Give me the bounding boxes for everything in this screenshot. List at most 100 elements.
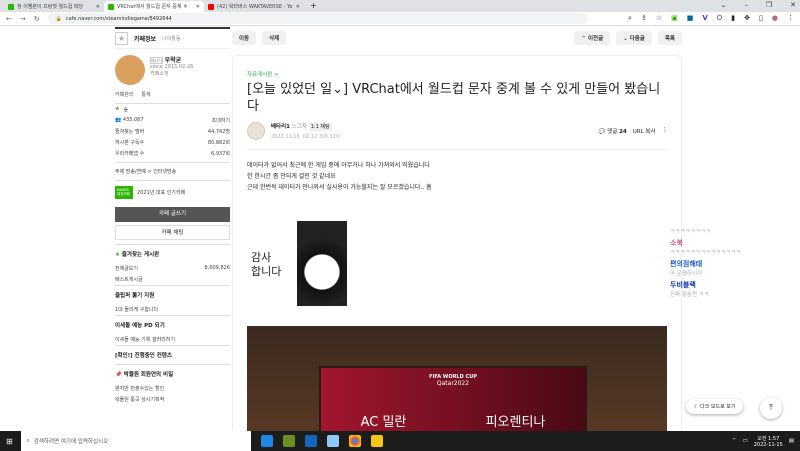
menu-section-title[interactable]: [확인!] 진행중인 컨텐츠 <box>115 345 230 364</box>
comment-button[interactable]: 💬 댓글 24 <box>599 127 627 135</box>
body-line: 근데 한번씩 데이터가 안나와서 실사용이 가능할지는 잘 모르겠습니다.. 흠 <box>247 184 432 191</box>
comments-label: 댓글 <box>607 129 618 135</box>
prev-post-button[interactable]: ⌃ 이전글 <box>574 31 611 45</box>
list-button[interactable]: 목록 <box>657 31 682 45</box>
extension-icon[interactable]: ▣ <box>671 14 678 23</box>
stat-value: 80,882회 <box>207 140 230 146</box>
tab-title: (42) 왁타버스 WAKTAVERSE - Yo <box>217 4 293 10</box>
manager-name[interactable]: 우왁굳 <box>165 57 182 64</box>
pin-icon: 📌 <box>115 372 122 378</box>
vscode-icon[interactable] <box>304 435 317 447</box>
app-icon[interactable] <box>326 435 339 447</box>
url-copy-button[interactable]: URL 복사 <box>633 127 656 135</box>
tab-cafe-info[interactable]: 카페정보 <box>134 34 156 43</box>
taskbar-search[interactable]: ⌕ 검색하려면 여기에 입력하십시오 <box>20 431 251 451</box>
puzzle-icon[interactable]: ✥ <box>744 14 750 23</box>
share-icon[interactable]: ⇪ <box>641 14 647 23</box>
tab-title: VRChat에서 월드컵 문자 중계 ㅎ <box>117 4 188 10</box>
more-icon[interactable]: ⋮ <box>662 127 668 135</box>
edge-icon[interactable] <box>260 435 273 447</box>
scroll-top-button[interactable]: ⤒ <box>760 397 782 419</box>
star-icon[interactable]: ★ <box>115 32 128 45</box>
menu-icon[interactable]: ⋮ <box>787 14 794 23</box>
browser-tab-active[interactable]: VRChat에서 월드컵 문자 중계 ㅎ ✕ <box>104 1 204 12</box>
chat-username: 소북 <box>670 239 683 247</box>
stat-label: 즐겨찾는 멤버 <box>115 129 145 135</box>
restore-icon[interactable]: ❐ <box>766 1 772 9</box>
manager-badge: 매니저 <box>150 57 164 64</box>
new-tab-button[interactable]: + <box>304 1 323 12</box>
notification-icon[interactable]: ▤ <box>789 438 794 444</box>
menu-section-title: 박물원 회원연의 비밀 <box>123 372 174 378</box>
extension-icon[interactable]: ▮ <box>731 14 735 23</box>
network-icon[interactable]: ▭ <box>743 438 748 444</box>
stats-link[interactable]: 통계 <box>141 91 150 98</box>
move-button[interactable]: 이동 <box>232 31 257 45</box>
cafe-topic: 주제 방송/연예 > 인터넷방송 <box>115 163 230 181</box>
minimize-icon[interactable]: – <box>744 1 748 9</box>
thanks-meme-image: 감사 합니다 <box>247 221 347 311</box>
zoom-icon[interactable]: ⌕ <box>628 14 632 23</box>
tree-icon: ♣ <box>115 106 120 112</box>
tab-my-activity[interactable]: 나의활동 <box>162 35 180 42</box>
cafe-chat-button[interactable]: 카페 채팅 <box>115 225 230 240</box>
close-icon[interactable]: ✕ <box>96 4 100 10</box>
reload-icon[interactable]: ↻ <box>34 15 40 23</box>
browser-tab[interactable]: 정 이쌤분이 프랑켓 월드컵 레당 ✕ <box>4 1 104 12</box>
browser-tab[interactable]: (42) 왁타버스 WAKTAVERSE - Yo ✕ <box>204 1 304 12</box>
extension-icon[interactable]: ■ <box>687 14 694 23</box>
fav-boards-heading[interactable]: 즐겨찾는 게시판 <box>122 252 159 258</box>
extensions: ⌕ ⇪ ☆ ▣ ■ V O ▮ ✥ ▯ ● ⋮ <box>628 14 794 23</box>
search-icon: ⌕ <box>26 437 30 444</box>
clock-date[interactable]: 2022-11-15 <box>754 442 783 448</box>
search-placeholder: 검색하려면 여기에 입력하십시오 <box>33 439 109 445</box>
author-name[interactable]: 베타리1 <box>271 124 290 130</box>
cafe-manage-link[interactable]: 카페관리 <box>115 91 133 98</box>
board-link[interactable]: 자유게시판 > <box>247 70 667 78</box>
board-link[interactable]: 이세돌 예능 기획 갤러리허기 <box>115 334 230 345</box>
award-text: 2021년 대표 인기카페 <box>137 190 186 196</box>
board-link[interactable]: 왁물원 통곡 상시기획적 <box>115 394 230 405</box>
next-post-button[interactable]: ⌄ 다음글 <box>616 31 652 45</box>
stat-label: 우리카페앱 수 <box>115 151 145 157</box>
article: 자유게시판 > [오늘 있었던 일⌄] VRChat에서 월드컵 문자 중계 볼… <box>232 55 682 446</box>
youtube-favicon-icon <box>208 3 214 10</box>
members-icon: 👥 <box>115 117 122 123</box>
board-link[interactable]: 1대 돌리게 구합니다 <box>115 304 230 315</box>
view-count: 조회 110 <box>318 134 340 140</box>
all-posts-link[interactable]: 전체글보기 <box>115 265 138 272</box>
one-on-one-chat-button[interactable]: 1:1 채팅 <box>308 123 332 131</box>
chrome-icon[interactable] <box>348 435 361 447</box>
back-icon[interactable]: ← <box>6 15 12 23</box>
write-button[interactable]: 카페 글쓰기 <box>115 207 230 222</box>
best-posts-link[interactable]: 베스트게시글 <box>115 274 230 285</box>
file-explorer-icon[interactable] <box>370 435 383 447</box>
extension-v-icon[interactable]: V <box>702 14 707 23</box>
extension-o-icon[interactable]: O <box>717 14 723 23</box>
url-input[interactable]: 🔒 cafe.naver.com/steamindiegame/8492644 <box>47 13 588 24</box>
close-icon[interactable]: ✕ <box>196 4 200 10</box>
cafe-intro-link[interactable]: 카페소개 <box>150 70 195 77</box>
star-icon: ★ <box>115 252 120 258</box>
url-text: cafe.naver.com/steamindiegame/8492644 <box>65 15 172 22</box>
chat-message: 아 운평하시지 <box>670 271 703 277</box>
windows-start-icon[interactable]: ⊞ <box>6 437 13 446</box>
team-home: AC 밀란 <box>360 415 407 430</box>
minecraft-icon[interactable] <box>282 435 295 447</box>
sidepanel-icon[interactable]: ▯ <box>759 14 763 23</box>
profile-avatar[interactable]: ● <box>772 14 778 23</box>
tray-chevron-icon[interactable]: ⌃ <box>732 438 737 444</box>
clock-time[interactable]: 오전 1:57 <box>754 435 783 442</box>
board-link[interactable]: 왠지만 반출수있는 할인 <box>115 383 230 394</box>
invite-link[interactable]: 초대하기 <box>212 117 230 124</box>
moon-icon: ☾ <box>694 404 699 410</box>
author-avatar[interactable] <box>247 122 265 140</box>
close-icon[interactable]: ✕ <box>296 4 300 10</box>
tab-search-icon[interactable]: ⌄ <box>720 1 726 9</box>
next-label: 다음글 <box>629 36 645 42</box>
dark-mode-button[interactable]: ☾ 다크 모드로 보기 <box>686 399 744 414</box>
delete-button[interactable]: 삭제 <box>262 31 287 45</box>
forward-icon[interactable]: → <box>20 15 26 23</box>
window-close-icon[interactable]: ✕ <box>790 1 796 9</box>
bookmark-star-icon[interactable]: ☆ <box>656 14 662 23</box>
